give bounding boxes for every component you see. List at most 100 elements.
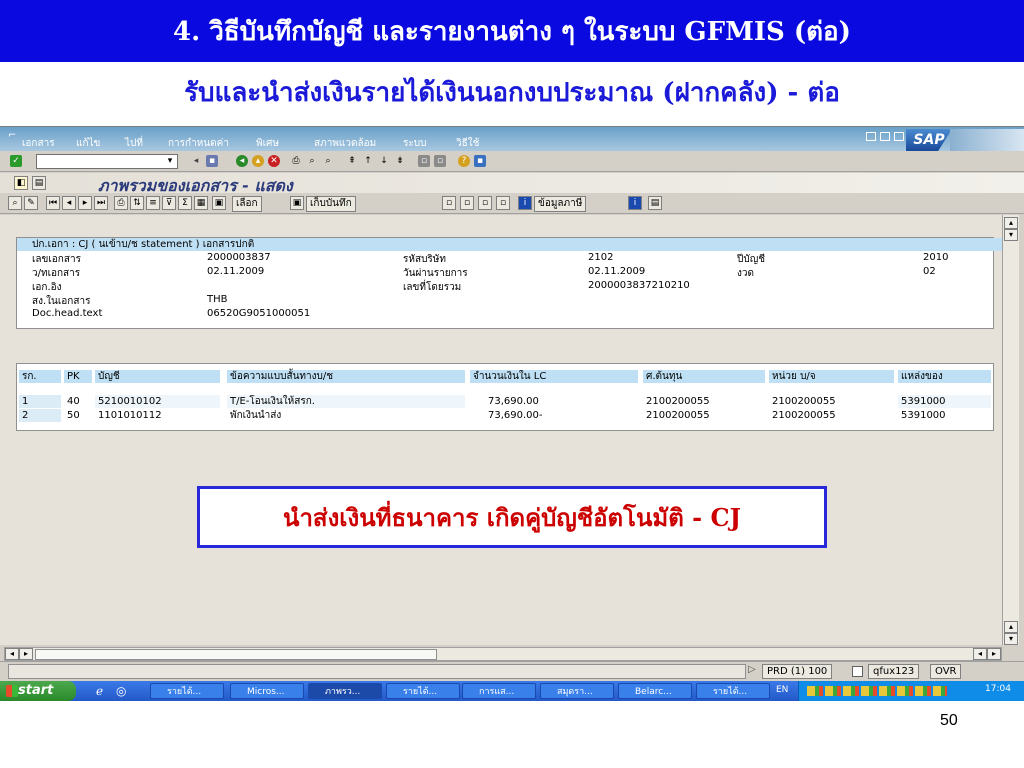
last-page-icon[interactable]: ⇟	[394, 155, 406, 167]
choose-icon[interactable]: ▣	[212, 196, 226, 210]
scroll-up-icon[interactable]: ▴	[1004, 217, 1018, 229]
language-indicator[interactable]: EN	[776, 685, 788, 695]
column-header-cost-center[interactable]: ศ.ต้นทุน	[643, 370, 765, 383]
user-info: qfux123	[868, 664, 920, 679]
print-list-icon[interactable]: ⎙	[114, 196, 128, 210]
save-button[interactable]: เก็บบันทึก	[306, 196, 356, 212]
tool-icon-c[interactable]: ▫	[478, 196, 492, 210]
display-icon[interactable]: ⌕	[8, 196, 22, 210]
minimize-icon[interactable]	[866, 132, 876, 141]
help-icon[interactable]: ?	[458, 155, 470, 167]
row2-item[interactable]: 2	[19, 409, 61, 422]
scroll-left-end-icon[interactable]: ◂	[973, 648, 987, 660]
taskbar-item-powerpoint[interactable]: รายได้...	[150, 683, 224, 699]
next-page-icon[interactable]: ↓	[378, 155, 390, 167]
row1-item[interactable]: 1	[19, 395, 61, 408]
cross-cc-number-value: 2000003837210210	[588, 280, 690, 291]
menu-item-extras[interactable]: พิเศษ	[256, 136, 279, 151]
tray-icons[interactable]	[807, 686, 947, 696]
window-icon[interactable]: ⌐	[8, 130, 16, 141]
edit-pencil-icon[interactable]: ✎	[24, 196, 38, 210]
tax-data-button[interactable]: ข้อมูลภาษี	[534, 196, 587, 212]
find-icon[interactable]: ⌕	[306, 155, 318, 167]
info-icon-2[interactable]: i	[628, 196, 642, 210]
last-item-icon[interactable]: ⏭	[94, 196, 108, 210]
column-header-amount[interactable]: จำนวนเงินใน LC	[470, 370, 638, 383]
menu-item-goto[interactable]: ไปที่	[125, 136, 143, 151]
system-info-dropdown-icon[interactable]	[852, 666, 863, 677]
taskbar-item-folder-2[interactable]: รายได้...	[696, 683, 770, 699]
new-session-icon[interactable]: ▫	[418, 155, 430, 167]
column-header-item[interactable]: รก.	[19, 370, 61, 383]
display-change-icon[interactable]: ▤	[32, 176, 46, 190]
reference-label: เอก.อิง	[32, 282, 62, 293]
menu-item-help[interactable]: วิธีใช้	[456, 136, 479, 151]
taskbar-item-folder[interactable]: รายได้...	[386, 683, 460, 699]
quicklaunch-icon[interactable]: ◎	[116, 684, 126, 698]
menu-item-settings[interactable]: การกำหนดค่า	[168, 136, 229, 151]
column-header-profit-center[interactable]: หน่วย บ/จ	[769, 370, 894, 383]
shortcut-icon[interactable]: ▫	[434, 155, 446, 167]
scroll-left-icon[interactable]: ◂	[5, 648, 19, 660]
next-item-icon[interactable]: ▸	[78, 196, 92, 210]
prev-icon[interactable]: ◂	[190, 155, 202, 167]
taskbar-item-excel[interactable]: Micros...	[230, 683, 304, 699]
scroll-page-down-icon[interactable]: ▴	[1004, 621, 1018, 633]
layout-menu-icon[interactable]: ▪	[474, 155, 486, 167]
cancel-icon[interactable]: ✕	[268, 155, 280, 167]
column-header-pk[interactable]: PK	[64, 370, 92, 383]
column-header-account[interactable]: บัญชี	[95, 370, 220, 383]
scroll-down-icon[interactable]: ▾	[1004, 633, 1018, 645]
find-next-icon[interactable]: ⌕	[322, 155, 334, 167]
ie-quicklaunch-icon[interactable]: ℯ	[96, 684, 103, 698]
tool-icon-d[interactable]: ▫	[496, 196, 510, 210]
row1-account[interactable]: 5210010102	[95, 395, 220, 408]
command-dropdown-icon[interactable]: ▾	[164, 155, 176, 167]
vertical-scrollbar[interactable]: ▴ ▾ ▴ ▾	[1002, 215, 1019, 645]
layout-icon[interactable]: ▦	[194, 196, 208, 210]
total-icon[interactable]: Σ	[178, 196, 192, 210]
taskbar-item-sap-2[interactable]: การแส...	[462, 683, 536, 699]
save-layout-icon[interactable]: ▣	[290, 196, 304, 210]
horizontal-scrollbar[interactable]: ◂ ▸ ◂ ▸	[4, 647, 1002, 661]
filter-icon[interactable]: ⊽	[162, 196, 176, 210]
close-icon[interactable]	[894, 132, 904, 141]
info-icon[interactable]: i	[518, 196, 532, 210]
scroll-page-up-icon[interactable]: ▾	[1004, 229, 1018, 241]
menu-item-edit[interactable]: แก้ไข	[76, 136, 100, 151]
subtotal-icon[interactable]: ≡	[146, 196, 160, 210]
status-message-field	[8, 664, 746, 679]
tool-icon-b[interactable]: ▫	[460, 196, 474, 210]
slide-title: 4. วิธีบันทึกบัญชี และรายงานต่าง ๆ ในระบ…	[0, 0, 1024, 62]
previous-page-icon[interactable]: ↑	[362, 155, 374, 167]
row1-pk: 40	[67, 396, 80, 407]
menu-item-system[interactable]: ระบบ	[403, 136, 426, 151]
menu-item-environment[interactable]: สภาพแวดล้อม	[314, 136, 376, 151]
status-expand-icon[interactable]: ▷	[748, 664, 756, 675]
tool-icon-a[interactable]: ▫	[442, 196, 456, 210]
scroll-thumb[interactable]	[35, 649, 437, 660]
column-header-text[interactable]: ข้อความแบบสั้นทางบ/ช	[227, 370, 465, 383]
toggle-icon[interactable]: ◧	[14, 176, 28, 190]
select-button[interactable]: เลือก	[232, 196, 262, 212]
command-field[interactable]	[36, 154, 178, 169]
scroll-right-end-icon[interactable]: ▸	[987, 648, 1001, 660]
exit-icon[interactable]: ▴	[252, 155, 264, 167]
sort-icon[interactable]: ⇅	[130, 196, 144, 210]
taskbar-item-browser[interactable]: Belarc...	[618, 683, 692, 699]
maximize-icon[interactable]	[880, 132, 890, 141]
previous-item-icon[interactable]: ◂	[62, 196, 76, 210]
menu-item-document[interactable]: เอกสาร	[22, 136, 55, 151]
taskbar-item-sap-3[interactable]: สมุดรา...	[540, 683, 614, 699]
taskbar-item-sap-active[interactable]: ภาพรว...	[308, 683, 382, 699]
first-item-icon[interactable]: ⏮	[46, 196, 60, 210]
print-icon[interactable]: ⎙	[290, 155, 302, 167]
save-icon[interactable]: ▪	[206, 155, 218, 167]
column-header-fund[interactable]: แหล่งของ	[898, 370, 991, 383]
scroll-right-icon[interactable]: ▸	[19, 648, 33, 660]
back-icon[interactable]: ◂	[236, 155, 248, 167]
first-page-icon[interactable]: ⇞	[346, 155, 358, 167]
enter-check-icon[interactable]: ✓	[10, 155, 22, 167]
details-icon[interactable]: ▤	[648, 196, 662, 210]
row2-account[interactable]: 1101010112	[95, 409, 220, 422]
